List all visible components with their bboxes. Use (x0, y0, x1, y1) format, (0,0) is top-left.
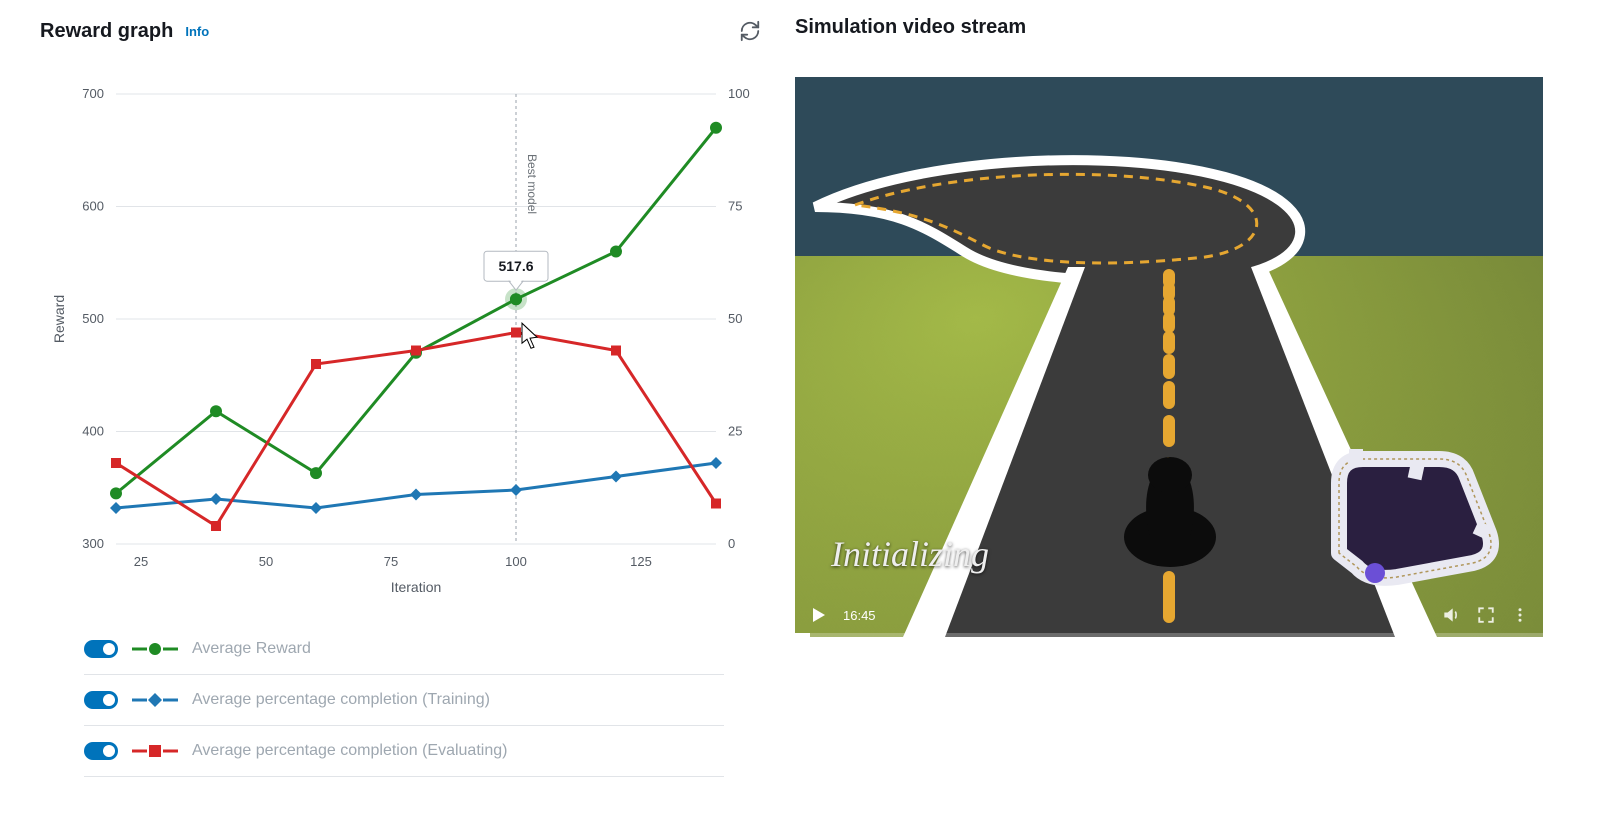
svg-text:Iteration: Iteration (391, 579, 442, 595)
svg-text:50: 50 (728, 311, 742, 326)
legend-row-avg-eval: Average percentage completion (Evaluatin… (84, 726, 724, 777)
video-player[interactable]: Initializing 16:45 (795, 77, 1543, 637)
legend-row-avg-train: Average percentage completion (Training) (84, 675, 724, 726)
reward-chart: 300 400 500 600 700 0 25 50 75 100 25 50 75 100 125 Ite… (36, 64, 756, 604)
svg-text:700: 700 (82, 86, 104, 101)
play-button[interactable] (809, 605, 829, 625)
info-link[interactable]: Info (185, 24, 209, 39)
legend-marker-avg-train (132, 689, 178, 711)
reward-graph-title: Reward graph (40, 20, 173, 43)
refresh-icon (739, 20, 761, 42)
volume-icon[interactable] (1441, 605, 1461, 625)
refresh-button[interactable] (735, 16, 765, 46)
svg-text:Best model: Best model (525, 154, 539, 214)
toggle-avg-train[interactable] (84, 691, 118, 709)
svg-text:50: 50 (259, 554, 273, 569)
video-title-row: Simulation video stream (795, 16, 1026, 39)
fullscreen-icon[interactable] (1477, 606, 1495, 624)
svg-text:300: 300 (82, 536, 104, 551)
more-icon[interactable] (1511, 606, 1529, 624)
svg-text:75: 75 (384, 554, 398, 569)
svg-text:25: 25 (134, 554, 148, 569)
chart-legend: Average Reward Average percentage comple… (84, 624, 724, 777)
reward-chart-svg: 300 400 500 600 700 0 25 50 75 100 25 50 75 100 125 Ite… (36, 64, 756, 604)
svg-text:400: 400 (82, 424, 104, 439)
toggle-avg-eval[interactable] (84, 742, 118, 760)
svg-text:0: 0 (728, 536, 735, 551)
legend-marker-avg-eval (132, 740, 178, 762)
video-minimap (1309, 433, 1519, 591)
svg-text:600: 600 (82, 199, 104, 214)
legend-marker-avg-reward (132, 638, 178, 660)
video-title: Simulation video stream (795, 16, 1026, 39)
svg-text:500: 500 (82, 311, 104, 326)
svg-text:75: 75 (728, 199, 742, 214)
legend-row-avg-reward: Average Reward (84, 624, 724, 675)
svg-text:517.6: 517.6 (498, 258, 533, 274)
video-timestamp: 16:45 (843, 608, 876, 623)
legend-label-avg-reward: Average Reward (192, 640, 311, 658)
video-header: Simulation video stream (795, 16, 1585, 39)
video-status-text: Initializing (831, 533, 989, 575)
svg-text:100: 100 (728, 86, 750, 101)
svg-text:Reward: Reward (51, 295, 67, 343)
reward-graph-title-row: Reward graph Info (40, 20, 209, 43)
legend-label-avg-eval: Average percentage completion (Evaluatin… (192, 742, 507, 760)
svg-text:100: 100 (505, 554, 527, 569)
video-progress-bar[interactable] (795, 633, 1543, 637)
toggle-avg-reward[interactable] (84, 640, 118, 658)
video-controls: 16:45 (795, 593, 1543, 637)
video-stream-panel: Simulation video stream (795, 0, 1615, 816)
reward-graph-header: Reward graph Info (40, 16, 765, 46)
svg-text:25: 25 (728, 424, 742, 439)
legend-label-avg-train: Average percentage completion (Training) (192, 691, 490, 709)
reward-graph-panel: Reward graph Info 300 400 500 600 700 0 25 50 75… (0, 0, 795, 816)
play-icon (811, 607, 827, 623)
svg-text:125: 125 (630, 554, 652, 569)
